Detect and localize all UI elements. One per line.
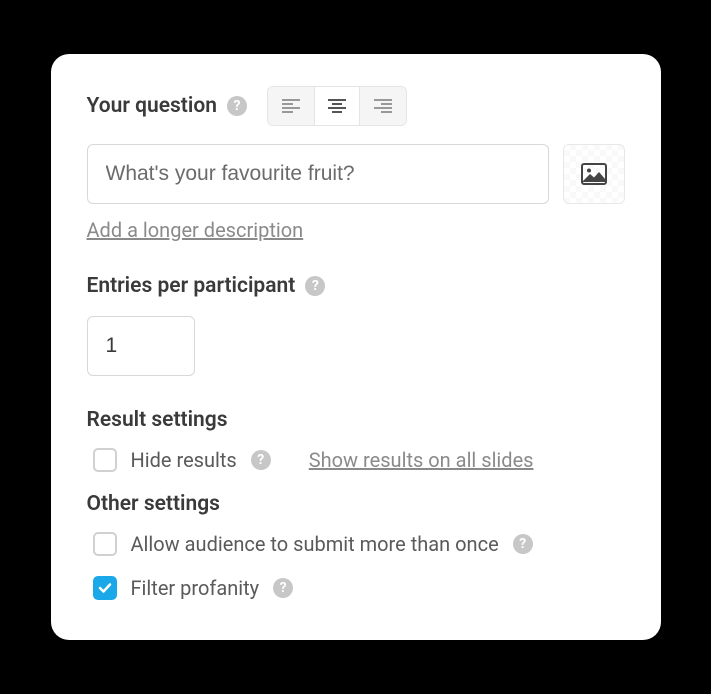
other-settings-section: Other settings Allow audience to submit … bbox=[87, 492, 625, 600]
show-all-slides-link[interactable]: Show results on all slides bbox=[309, 448, 534, 472]
align-center-icon bbox=[327, 98, 347, 114]
allow-multiple-row: Allow audience to submit more than once … bbox=[93, 532, 625, 556]
align-right-button[interactable] bbox=[360, 87, 406, 125]
filter-profanity-checkbox[interactable] bbox=[93, 576, 117, 600]
question-label: Your question bbox=[87, 94, 217, 118]
question-input-row bbox=[87, 144, 625, 204]
hide-results-checkbox[interactable] bbox=[93, 448, 117, 472]
checkmark-icon bbox=[98, 582, 112, 594]
entries-input[interactable] bbox=[87, 316, 195, 376]
help-icon[interactable]: ? bbox=[227, 96, 247, 116]
entries-label: Entries per participant bbox=[87, 274, 296, 298]
hide-results-label: Hide results bbox=[131, 448, 237, 472]
image-icon bbox=[581, 163, 607, 185]
entries-section: Entries per participant ? bbox=[87, 274, 625, 376]
help-icon[interactable]: ? bbox=[251, 450, 271, 470]
question-input[interactable] bbox=[87, 144, 549, 204]
help-icon[interactable]: ? bbox=[273, 578, 293, 598]
entries-label-row: Entries per participant ? bbox=[87, 274, 625, 298]
align-center-button[interactable] bbox=[314, 87, 360, 125]
help-icon[interactable]: ? bbox=[513, 534, 533, 554]
add-image-button[interactable] bbox=[563, 144, 625, 204]
settings-card: Your question ? Add a longer description… bbox=[51, 54, 661, 640]
other-settings-heading: Other settings bbox=[87, 492, 625, 516]
result-settings-section: Result settings Hide results ? Show resu… bbox=[87, 408, 625, 472]
allow-multiple-label: Allow audience to submit more than once bbox=[131, 532, 499, 556]
help-icon[interactable]: ? bbox=[305, 276, 325, 296]
align-group bbox=[267, 86, 407, 126]
align-right-icon bbox=[373, 98, 393, 114]
filter-profanity-row: Filter profanity ? bbox=[93, 576, 625, 600]
align-left-button[interactable] bbox=[268, 87, 314, 125]
add-description-link[interactable]: Add a longer description bbox=[87, 218, 304, 242]
hide-results-row: Hide results ? Show results on all slide… bbox=[93, 448, 625, 472]
filter-profanity-label: Filter profanity bbox=[131, 576, 260, 600]
align-left-icon bbox=[281, 98, 301, 114]
allow-multiple-checkbox[interactable] bbox=[93, 532, 117, 556]
question-label-row: Your question ? bbox=[87, 86, 625, 126]
result-settings-heading: Result settings bbox=[87, 408, 625, 432]
